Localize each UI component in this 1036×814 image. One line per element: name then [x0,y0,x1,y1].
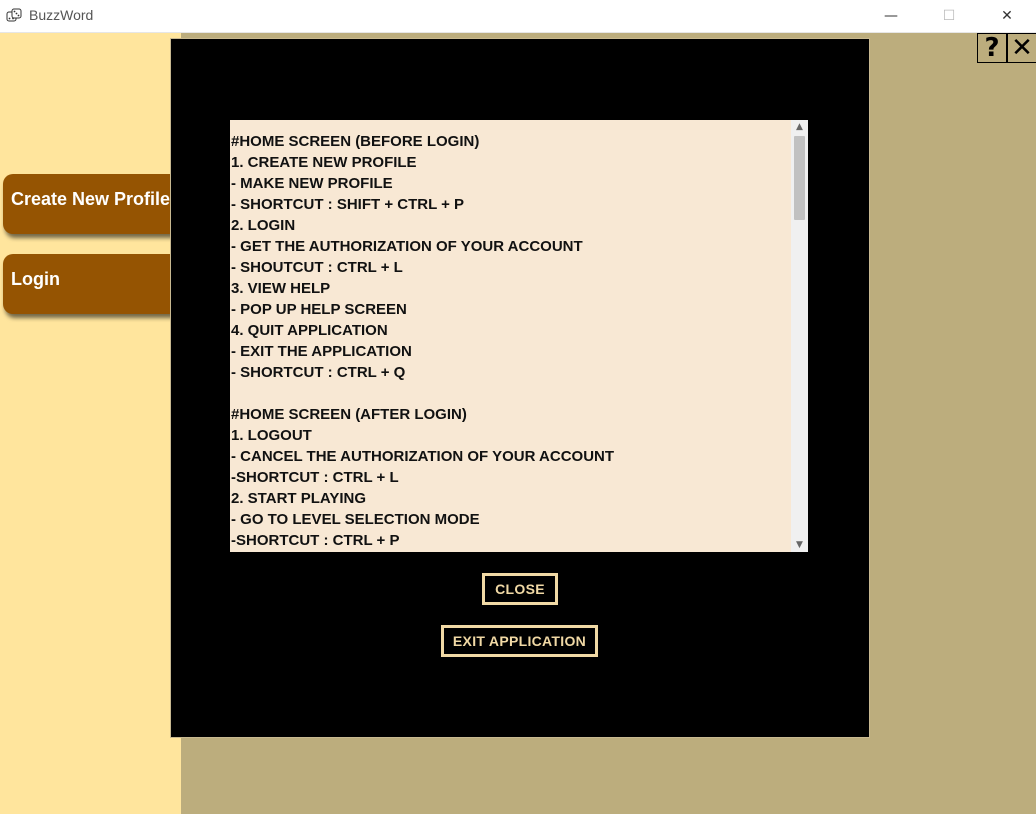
create-new-profile-button[interactable]: Create New Profile [3,174,178,234]
help-line: 4. QUIT APPLICATION [231,322,388,339]
login-button[interactable]: Login [3,254,178,314]
help-line: #HOME SCREEN (BEFORE LOGIN) [231,133,480,150]
help-line: - POP UP HELP SCREEN [231,301,407,318]
help-line: 2. LOGIN [231,217,296,234]
help-line: 1. CREATE NEW PROFILE [231,154,417,171]
help-line: - GET THE AUTHORIZATION OF YOUR ACCOUNT [231,238,583,255]
help-line: - SHOUTCUT : CTRL + L [231,259,403,276]
help-line [231,383,787,404]
help-line: 2. START PLAYING [231,490,367,507]
help-line: - EXIT THE APPLICATION [231,343,412,360]
help-line: - MAKE NEW PROFILE [231,175,393,192]
create-new-profile-label: Create New Profile [11,189,171,209]
window-close-button[interactable]: ✕ [978,0,1036,32]
help-line: - SHORTCUT : CTRL + Q [231,364,406,381]
window-titlebar: BuzzWord — ☐ ✕ [0,0,1036,33]
help-line: - GO TO LEVEL SELECTION MODE [231,511,480,528]
help-line: 3. VIEW HELP [231,280,331,297]
help-text: #HOME SCREEN (BEFORE LOGIN) 1. CREATE NEW… [231,131,787,551]
help-line: -SHORTCUT : CTRL + P [231,532,400,549]
help-line: #HOME SCREEN (AFTER LOGIN) [231,406,467,423]
scroll-up-arrow[interactable]: ▲ [791,120,808,134]
minimize-button[interactable]: — [862,0,920,32]
close-icon[interactable]: ✕ [1007,33,1036,63]
dice-icon [6,8,22,22]
window-title: BuzzWord [29,7,94,23]
scroll-thumb[interactable] [794,136,805,220]
help-line: - SHORTCUT : SHIFT + CTRL + P [231,196,465,213]
help-line: - CANCEL THE AUTHORIZATION OF YOUR ACCOU… [231,448,615,465]
sidebar: Create New Profile Login [0,33,181,814]
help-line: 1. LOGOUT [231,427,312,444]
help-text-area[interactable]: #HOME SCREEN (BEFORE LOGIN) 1. CREATE NEW… [230,120,808,552]
maximize-button[interactable]: ☐ [920,0,978,32]
help-dialog: #HOME SCREEN (BEFORE LOGIN) 1. CREATE NEW… [170,38,870,738]
help-icon[interactable]: ? [977,33,1007,63]
help-line: -SHORTCUT : CTRL + L [231,469,399,486]
login-label: Login [11,269,60,289]
exit-application-button[interactable]: EXIT APPLICATION [441,625,598,657]
scroll-down-arrow[interactable]: ▼ [791,538,808,552]
scrollbar[interactable]: ▲ ▼ [791,120,808,552]
close-button[interactable]: CLOSE [482,573,558,605]
